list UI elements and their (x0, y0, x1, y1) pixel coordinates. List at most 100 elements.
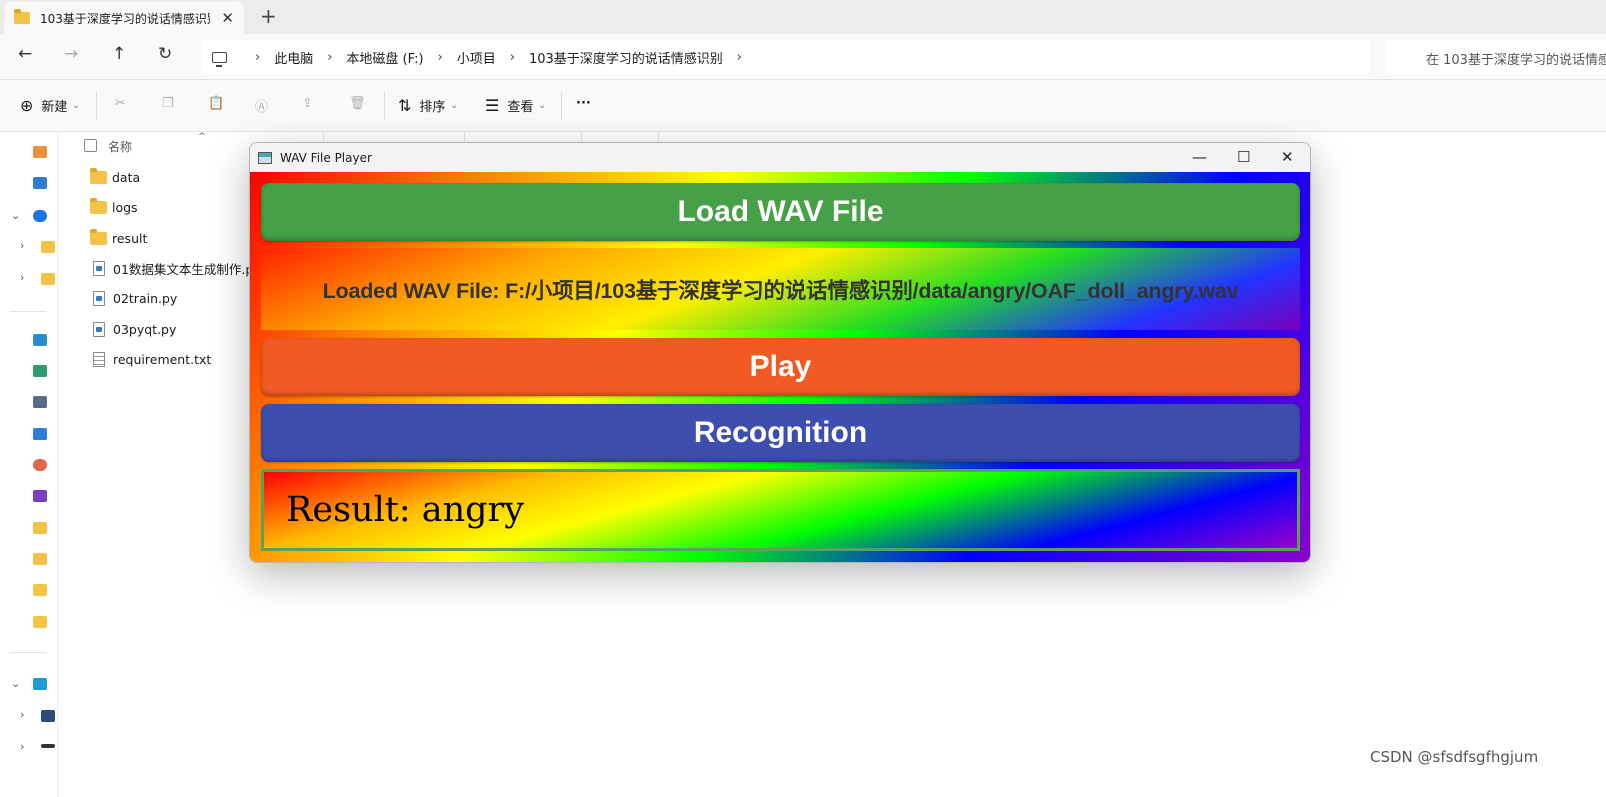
file-name: 01数据集文本生成制作.py (113, 261, 261, 277)
divider (384, 92, 385, 120)
new-label: 新建 (41, 100, 68, 115)
view-icon: ☰ (485, 96, 500, 115)
command-bar: ⊕ 新建 ⌄ ✂ ❐ 📋 Ⓐ ⇪ 🗑 ⇅ 排序 ⌄ ☰ 查看 ⌄ ··· (0, 80, 1606, 132)
chevron-down-icon[interactable]: ⌄ (11, 209, 20, 222)
navigation-pane: ⌄ › › ⌄ › › (0, 132, 58, 797)
sort-asc-icon: ^ (198, 132, 206, 142)
divider (561, 92, 562, 120)
this-pc-icon[interactable] (33, 678, 47, 690)
breadcrumb-item[interactable]: 103基于深度学习的说话情感识别 (529, 48, 723, 67)
chevron-right-icon[interactable]: › (20, 708, 24, 721)
close-icon[interactable]: ✕ (1281, 148, 1294, 166)
folder-icon[interactable] (33, 553, 47, 565)
file-name: result (112, 230, 148, 246)
chevron-right-icon: › (327, 49, 333, 65)
chevron-down-icon: ⌄ (450, 100, 458, 111)
search-input[interactable]: 在 103基于深度学习的说话情感识别 中搜索 (1386, 40, 1606, 74)
player-body: Load WAV File Loaded WAV File: F:/小项目/10… (250, 172, 1310, 562)
divider (10, 652, 46, 653)
window-title: WAV File Player (280, 150, 372, 165)
chevron-down-icon: ⌄ (538, 100, 546, 111)
back-icon[interactable]: ← (18, 44, 32, 64)
rename-icon[interactable]: Ⓐ (255, 96, 268, 115)
column-name[interactable]: 名称 (108, 138, 132, 155)
breadcrumb-item[interactable]: 本地磁盘 (F:) (346, 48, 423, 67)
drive-icon[interactable] (41, 710, 55, 722)
plus-circle-icon: ⊕ (20, 96, 34, 115)
desktop-icon[interactable] (33, 334, 47, 346)
tab-bar: 103基于深度学习的说话情感识别 ✕ + (0, 0, 1606, 34)
forward-icon[interactable]: → (64, 44, 78, 64)
download-icon[interactable] (33, 365, 47, 377)
chevron-right-icon: › (509, 49, 515, 65)
folder-icon (90, 167, 107, 184)
paste-icon[interactable]: 📋 (208, 96, 224, 111)
python-file-icon (93, 260, 105, 276)
sort-button[interactable]: ⇅ 排序 ⌄ (398, 96, 458, 115)
maximize-icon[interactable]: ☐ (1237, 148, 1250, 166)
refresh-icon[interactable]: ↻ (158, 44, 172, 64)
chevron-down-icon: ⌄ (72, 100, 80, 111)
more-options-button[interactable]: ··· (576, 96, 591, 111)
home-icon[interactable] (33, 146, 47, 158)
new-tab-icon[interactable]: + (260, 4, 277, 28)
divider (10, 311, 46, 312)
chevron-down-icon[interactable]: ⌄ (11, 677, 20, 690)
breadcrumb[interactable]: › 此电脑 › 本地磁盘 (F:) › 小项目 › 103基于深度学习的说话情感… (202, 40, 1370, 74)
computer-icon (212, 51, 227, 67)
watermark: CSDN @sfsdfsgfhgjum (1370, 748, 1539, 766)
window-titlebar[interactable]: WAV File Player — ☐ ✕ (250, 143, 1310, 172)
folder-icon[interactable] (41, 241, 55, 253)
recognition-button[interactable]: Recognition (261, 404, 1300, 462)
loaded-file-label: Loaded WAV File: F:/小项目/103基于深度学习的说话情感识别… (261, 248, 1300, 330)
address-bar-row: ← → ↑ ↻ › 此电脑 › 本地磁盘 (F:) › 小项目 › 103基于深… (0, 34, 1606, 80)
divider (96, 92, 97, 120)
folder-icon[interactable] (33, 616, 47, 628)
folder-icon (90, 197, 107, 214)
gallery-icon[interactable] (33, 177, 47, 189)
music-icon[interactable] (33, 459, 47, 471)
play-button[interactable]: Play (261, 338, 1300, 396)
folder-icon[interactable] (33, 522, 47, 534)
view-button[interactable]: ☰ 查看 ⌄ (485, 96, 546, 115)
pictures-icon[interactable] (33, 428, 47, 440)
chevron-right-icon[interactable]: › (737, 50, 742, 65)
python-file-icon (93, 290, 105, 306)
videos-icon[interactable] (33, 490, 47, 502)
close-icon[interactable]: ✕ (221, 9, 234, 27)
cut-icon[interactable]: ✂ (115, 96, 126, 111)
chevron-right-icon: › (437, 49, 443, 65)
chevron-right-icon[interactable]: › (20, 239, 24, 252)
minimize-icon[interactable]: — (1192, 148, 1207, 166)
file-name: logs (112, 199, 138, 215)
share-icon[interactable]: ⇪ (302, 96, 313, 111)
delete-icon[interactable]: 🗑 (349, 96, 366, 111)
folder-icon[interactable] (33, 584, 47, 596)
file-name: 02train.py (113, 290, 178, 306)
chevron-right-icon[interactable]: › (20, 271, 24, 284)
load-wav-button[interactable]: Load WAV File (261, 183, 1300, 241)
chevron-right-icon: › (255, 49, 261, 65)
copy-icon[interactable]: ❐ (162, 96, 174, 111)
python-file-icon (93, 321, 105, 337)
breadcrumb-item[interactable]: 小项目 (457, 48, 496, 67)
documents-icon[interactable] (33, 396, 47, 408)
breadcrumb-item[interactable]: 此电脑 (274, 48, 313, 67)
chevron-right-icon[interactable]: › (20, 740, 24, 753)
new-button[interactable]: ⊕ 新建 ⌄ (20, 96, 80, 115)
up-icon[interactable]: ↑ (112, 44, 126, 64)
select-all-checkbox[interactable] (84, 139, 97, 152)
explorer-tab[interactable]: 103基于深度学习的说话情感识别 ✕ (4, 2, 244, 34)
wav-player-window: WAV File Player — ☐ ✕ Load WAV File Load… (249, 142, 1311, 563)
folder-icon (14, 9, 30, 24)
view-label: 查看 (507, 100, 534, 115)
drive-icon[interactable] (41, 744, 55, 748)
file-name: requirement.txt (113, 351, 212, 367)
sort-label: 排序 (419, 100, 446, 115)
tab-title: 103基于深度学习的说话情感识别 (40, 11, 210, 26)
file-name: data (112, 169, 141, 185)
cloud-icon[interactable] (33, 210, 47, 222)
app-icon (258, 151, 272, 164)
folder-icon[interactable] (41, 273, 55, 285)
folder-icon (90, 228, 107, 245)
